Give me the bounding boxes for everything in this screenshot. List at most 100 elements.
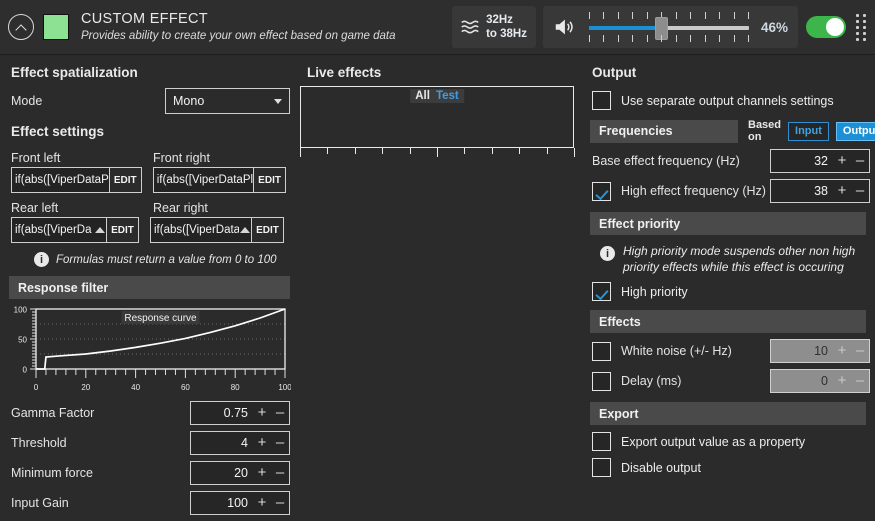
input-gain-minus[interactable]: – — [271, 495, 289, 510]
svg-text:60: 60 — [181, 383, 190, 392]
white-noise-label: White noise (+/- Hz) — [621, 344, 732, 358]
mode-label: Mode — [11, 94, 43, 108]
mode-select[interactable]: Mono — [165, 88, 290, 114]
delay-value: 0 — [821, 374, 828, 388]
delay-stepper: 0 + – — [770, 369, 870, 393]
rear-left-edit-button[interactable]: EDIT — [106, 218, 138, 242]
export-band: Export — [590, 402, 866, 425]
threshold-minus[interactable]: – — [271, 435, 289, 450]
base-frequency-plus[interactable]: + — [833, 153, 851, 168]
effect-priority-band: Effect priority — [590, 212, 866, 235]
disable-output-checkbox[interactable] — [592, 458, 611, 477]
disable-output-row[interactable]: Disable output — [581, 451, 875, 477]
input-gain-row: Input Gain 100 + – — [0, 485, 295, 515]
input-gain-plus[interactable]: + — [253, 495, 271, 510]
white-noise-row: White noise (+/- Hz) 10 + – — [581, 333, 875, 363]
input-gain-value[interactable]: 100 — [191, 496, 253, 510]
rear-right-formula-input[interactable]: if(abs([ViperData — [151, 218, 239, 242]
svg-text:100: 100 — [278, 383, 291, 392]
delay-row: Delay (ms) 0 + – — [581, 363, 875, 393]
slider-ticks-top — [588, 12, 749, 19]
speaker-icon[interactable] — [553, 16, 575, 38]
chevron-up-icon[interactable] — [8, 14, 34, 40]
base-frequency-label: Base effect frequency (Hz) — [592, 154, 740, 168]
formula-note: i Formulas must return a value from 0 to… — [0, 243, 295, 267]
high-frequency-plus[interactable]: + — [833, 183, 851, 198]
high-frequency-checkbox[interactable] — [592, 181, 611, 201]
rear-right-edit-button[interactable]: EDIT — [251, 218, 283, 242]
waveform-icon — [461, 20, 479, 34]
output-title: Output — [592, 65, 637, 80]
legend-test[interactable]: Test — [436, 90, 459, 102]
white-noise-minus: – — [855, 342, 865, 359]
effect-color-swatch[interactable] — [43, 14, 69, 40]
base-frequency-value[interactable]: 32 — [771, 154, 833, 168]
minimum-force-plus[interactable]: + — [253, 465, 271, 480]
front-channel-labels: Front left Front right — [0, 143, 295, 167]
export-property-row[interactable]: Export output value as a property — [581, 425, 875, 451]
toggle-knob — [826, 18, 844, 36]
white-noise-value: 10 — [814, 344, 828, 358]
svg-text:50: 50 — [18, 336, 27, 345]
separate-channels-checkbox[interactable] — [592, 91, 611, 110]
effect-enable-toggle[interactable] — [806, 16, 846, 38]
front-channel-fields: if(abs([ViperDataP EDIT if(abs([ViperDat… — [0, 167, 295, 193]
based-on-output-button[interactable]: Output — [835, 121, 875, 141]
front-right-label: Front right — [153, 151, 210, 165]
rear-left-formula-group: if(abs([ViperDa EDIT — [11, 217, 139, 243]
base-frequency-minus[interactable]: – — [851, 153, 869, 168]
export-property-checkbox[interactable] — [592, 432, 611, 451]
frequency-range-text: 32Hz to 38Hz — [486, 13, 527, 41]
white-noise-stepper: 10 + – — [770, 339, 870, 363]
frequencies-band-row: Frequencies Based on Input Output — [590, 119, 875, 143]
threshold-value[interactable]: 4 — [191, 436, 253, 450]
white-noise-checkbox[interactable] — [592, 341, 611, 361]
high-frequency-label: High effect frequency (Hz) — [621, 184, 766, 198]
drag-dots-icon[interactable] — [855, 13, 867, 41]
slider-track[interactable] — [588, 26, 749, 30]
high-priority-checkbox[interactable] — [592, 282, 611, 301]
slider-fill — [588, 26, 663, 30]
minimum-force-stepper[interactable]: 20 + – — [190, 461, 290, 485]
separate-channels-row[interactable]: Use separate output channels settings — [581, 84, 875, 110]
front-right-formula-input[interactable]: if(abs([ViperDataPl — [154, 168, 253, 192]
left-column: Effect spatialization Mode Mono Effect s… — [0, 55, 295, 515]
threshold-plus[interactable]: + — [253, 435, 271, 450]
input-gain-stepper[interactable]: 100 + – — [190, 491, 290, 515]
front-left-formula-input[interactable]: if(abs([ViperDataP — [12, 168, 109, 192]
mode-row: Mode Mono — [0, 84, 295, 114]
front-left-label: Front left — [11, 151, 61, 165]
rear-left-formula-input[interactable]: if(abs([ViperDa — [12, 218, 94, 242]
high-frequency-minus[interactable]: – — [851, 183, 869, 198]
high-frequency-value[interactable]: 38 — [771, 184, 833, 198]
page-title: CUSTOM EFFECT — [81, 10, 208, 27]
frequencies-band: Frequencies — [590, 119, 738, 143]
delay-plus: + — [837, 372, 847, 389]
gamma-factor-plus[interactable]: + — [253, 405, 271, 420]
high-priority-label: High priority — [621, 284, 688, 299]
gamma-factor-stepper[interactable]: 0.75 + – — [190, 401, 290, 425]
base-frequency-row: Base effect frequency (Hz) 32 + – — [581, 143, 875, 173]
front-right-edit-button[interactable]: EDIT — [253, 168, 286, 192]
volume-slider[interactable] — [583, 7, 751, 47]
delay-checkbox[interactable] — [592, 371, 611, 391]
overflow-caret-icon — [239, 218, 251, 242]
threshold-stepper[interactable]: 4 + – — [190, 431, 290, 455]
frequency-high: to 38Hz — [486, 28, 527, 40]
based-on-input-button[interactable]: Input — [788, 121, 829, 141]
base-frequency-stepper[interactable]: 32 + – — [770, 149, 870, 173]
delay-minus: – — [855, 372, 865, 389]
minimum-force-value[interactable]: 20 — [191, 466, 253, 480]
high-frequency-stepper[interactable]: 38 + – — [770, 179, 870, 203]
gamma-factor-minus[interactable]: – — [271, 405, 289, 420]
front-left-edit-button[interactable]: EDIT — [108, 168, 141, 192]
legend-all[interactable]: All — [415, 90, 430, 102]
formula-note-text: Formulas must return a value from 0 to 1… — [56, 253, 277, 266]
minimum-force-minus[interactable]: – — [271, 465, 289, 480]
gamma-factor-row: Gamma Factor 0.75 + – — [0, 395, 295, 425]
gamma-factor-value[interactable]: 0.75 — [191, 406, 253, 420]
separate-channels-label: Use separate output channels settings — [621, 93, 834, 108]
front-right-formula-group: if(abs([ViperDataPl EDIT — [152, 167, 287, 193]
high-priority-row[interactable]: High priority — [581, 275, 875, 301]
rear-right-formula-group: if(abs([ViperData EDIT — [150, 217, 284, 243]
